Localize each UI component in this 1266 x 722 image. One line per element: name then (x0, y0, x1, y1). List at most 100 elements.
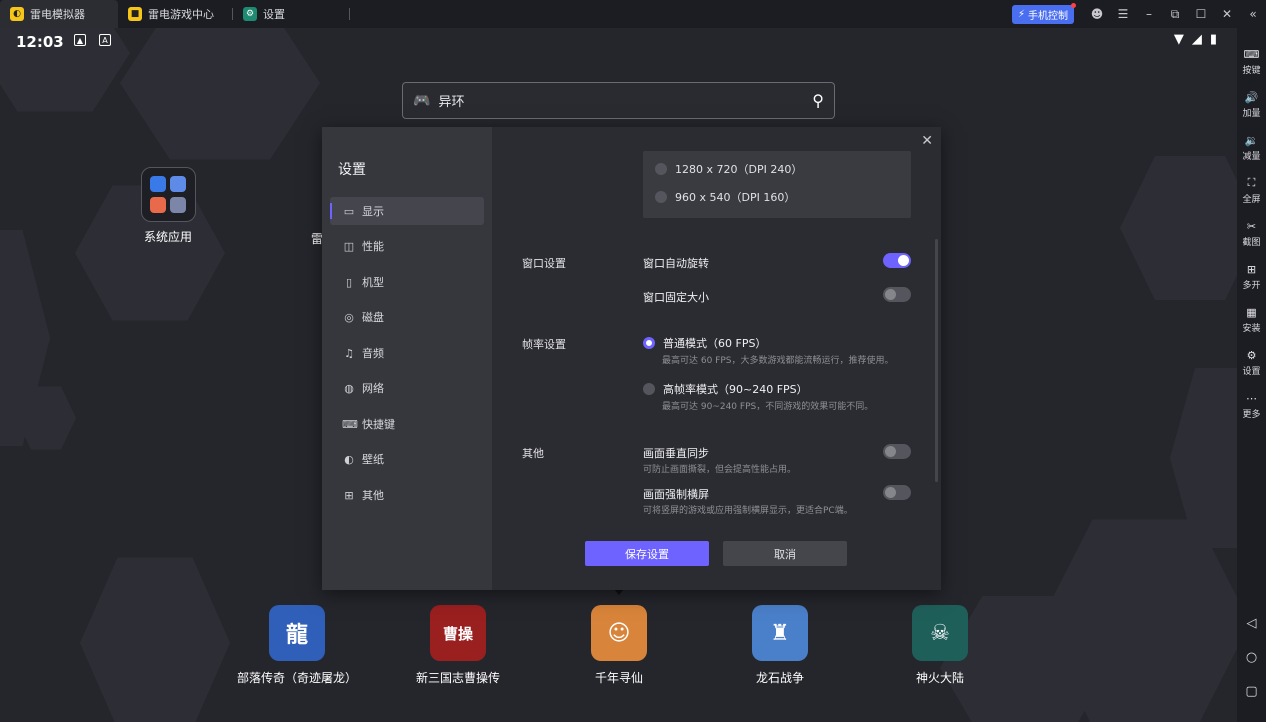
nav-item-network[interactable]: ◍ 网络 (330, 374, 484, 402)
caocao-icon: 曹操 (430, 605, 486, 661)
nav-item-display[interactable]: ▭ 显示 (330, 197, 484, 225)
tab-label: 设置 (263, 8, 285, 21)
tab-game-center[interactable]: ■ 雷电游戏中心 (118, 0, 233, 28)
keymap-button[interactable]: ⌨ 按键 (1237, 40, 1266, 83)
cancel-button[interactable]: 取消 (723, 541, 847, 566)
tab-emulator[interactable]: ◐ 雷电模拟器 (0, 0, 118, 28)
radio-button[interactable] (643, 383, 655, 395)
game-label: 新三国志曹操传 (415, 671, 500, 685)
monitor-icon: ▭ (343, 204, 355, 218)
save-button[interactable]: 保存设置 (585, 541, 709, 566)
settings-button[interactable]: ⚙ 设置 (1237, 341, 1266, 384)
radio-button-selected[interactable] (643, 337, 655, 349)
close-icon[interactable]: ✕ (921, 133, 933, 149)
collapse-sidebar-icon[interactable]: « (1240, 0, 1266, 28)
radio-button[interactable] (655, 191, 667, 203)
gallery-app-icon (149, 196, 166, 213)
search-icon[interactable]: ⚲ (812, 91, 824, 110)
background-hex (120, 28, 320, 160)
notification-a-icon: A (99, 34, 111, 46)
minimize-icon[interactable]: – (1136, 0, 1162, 28)
resolution-list: 1280 x 720（DPI 240） 960 x 540（DPI 160） (643, 151, 911, 218)
window-controls: ⚡ 手机控制 ☻ ☰ – ⧉ ☐ ✕ « (1011, 0, 1266, 28)
palette-icon: ◐ (344, 452, 354, 466)
sidebar-item-label: 安装 (1242, 323, 1261, 334)
home-icon[interactable]: ○ (1237, 650, 1266, 665)
nav-item-label: 性能 (362, 240, 384, 253)
tab-separator (349, 8, 350, 20)
sidebar-item-label: 加量 (1242, 108, 1261, 119)
search-input[interactable]: 异环 (438, 91, 812, 110)
recent-apps-icon[interactable]: ▢ (1237, 684, 1266, 699)
globe-icon: ◍ (344, 381, 354, 395)
game-label: 龙石战争 (755, 671, 804, 685)
sidebar-item-label: 按键 (1242, 65, 1261, 76)
signal-icon: ◢ (1191, 32, 1202, 47)
gear-icon: ⚙ (243, 7, 257, 21)
screenshot-button[interactable]: ✂ 截图 (1237, 212, 1266, 255)
tab-label: 雷电游戏中心 (148, 8, 214, 21)
game-icon-sanguo[interactable]: 曹操 新三国志曹操传 (388, 605, 528, 686)
resolution-option[interactable]: 1280 x 720（DPI 240） (655, 161, 802, 177)
volume-down-button[interactable]: 🔉 减量 (1237, 126, 1266, 169)
close-icon[interactable]: ✕ (1214, 0, 1240, 28)
nav-item-other[interactable]: ⊞ 其他 (330, 481, 484, 509)
game-icon-longshi[interactable]: ♜ 龙石战争 (710, 605, 850, 686)
normal-mode-option[interactable]: 普通模式（60 FPS） (643, 335, 766, 351)
audio-icon: ♫ (344, 346, 354, 360)
auto-rotate-toggle[interactable] (883, 253, 911, 268)
nav-item-shortcuts[interactable]: ⌨ 快捷键 (330, 410, 484, 438)
tab-label: 雷电模拟器 (30, 8, 85, 21)
fullscreen-button[interactable]: ⛶ 全屏 (1237, 169, 1266, 212)
install-button[interactable]: ▦ 安装 (1237, 298, 1266, 341)
sidebar-item-label: 全屏 (1242, 195, 1261, 205)
battery-icon: ▮ (1209, 32, 1217, 47)
window-settings-label: 窗口设置 (522, 257, 566, 270)
force-landscape-desc: 可将竖屏的游戏或应用强制横屏显示，更适合PC端。 (643, 506, 853, 516)
more-button[interactable]: ⋯ 更多 (1237, 384, 1266, 427)
background-hex (80, 557, 230, 722)
game-label: 部落传奇（奇迹屠龙） (236, 671, 357, 685)
right-toolbar: ⌨ 按键 🔊 加量 🔉 减量 ⛶ 全屏 ✂ 截图 ⊞ 多开 ▦ 安装 ⚙ 设置 … (1237, 28, 1266, 722)
game-icon-qiannian[interactable]: ☺ 千年寻仙 (549, 605, 689, 686)
nav-item-audio[interactable]: ♫ 音频 (330, 339, 484, 367)
radio-button[interactable] (655, 163, 667, 175)
nav-item-performance[interactable]: ◫ 性能 (330, 232, 484, 260)
settings-scrollbar[interactable] (935, 239, 938, 482)
fixed-size-label: 窗口固定大小 (643, 291, 709, 304)
force-landscape-toggle[interactable] (883, 485, 911, 500)
game-icon-buluo[interactable]: 龍 部落传奇（奇迹屠龙） (227, 605, 367, 686)
warrior-icon: ☠ (912, 605, 968, 661)
system-apps-label: 系统应用 (143, 230, 192, 244)
system-apps-folder[interactable]: 系统应用 (132, 167, 204, 245)
resolution-option[interactable]: 960 x 540（DPI 160） (655, 189, 795, 205)
phone-control-label: 手机控制 (1028, 10, 1068, 22)
phone-control-button[interactable]: ⚡ 手机控制 (1011, 2, 1076, 24)
lightning-icon: ⚡ (1017, 8, 1025, 20)
restore-icon[interactable]: ⧉ (1162, 0, 1188, 28)
fixed-size-toggle[interactable] (883, 287, 911, 302)
nav-item-model[interactable]: ▯ 机型 (330, 268, 484, 296)
avatar[interactable]: ☻ (1084, 0, 1110, 28)
other-settings-label: 其他 (522, 447, 544, 460)
game-icon-shenhuo[interactable]: ☠ 神火大陆 (870, 605, 1010, 686)
status-time: 12:03 (16, 33, 64, 51)
tab-settings[interactable]: ⚙ 设置 (233, 0, 350, 28)
nav-item-disk[interactable]: ◎ 磁盘 (330, 303, 484, 331)
dragon-icon: 龍 (269, 605, 325, 661)
sidebar-item-label: 设置 (1242, 366, 1261, 377)
menu-icon[interactable]: ☰ (1110, 0, 1136, 28)
volume-up-button[interactable]: 🔊 加量 (1237, 83, 1266, 126)
high-fps-option[interactable]: 高帧率模式（90~240 FPS） (643, 381, 808, 397)
back-icon[interactable]: ◁ (1237, 616, 1266, 631)
search-bar[interactable]: 🎮 异环 ⚲ (402, 82, 835, 119)
normal-mode-desc: 最高可达 60 FPS，大多数游戏都能流畅运行，推荐使用。 (662, 356, 894, 366)
maximize-icon[interactable]: ☐ (1188, 0, 1214, 28)
multi-instance-button[interactable]: ⊞ 多开 (1237, 255, 1266, 298)
nav-item-label: 机型 (362, 276, 384, 289)
sidebar-item-label: 更多 (1242, 409, 1261, 420)
vsync-toggle[interactable] (883, 444, 911, 459)
contacts-app-icon (170, 196, 186, 213)
auto-rotate-label: 窗口自动旋转 (643, 257, 709, 270)
nav-item-wallpaper[interactable]: ◐ 壁纸 (330, 445, 484, 473)
